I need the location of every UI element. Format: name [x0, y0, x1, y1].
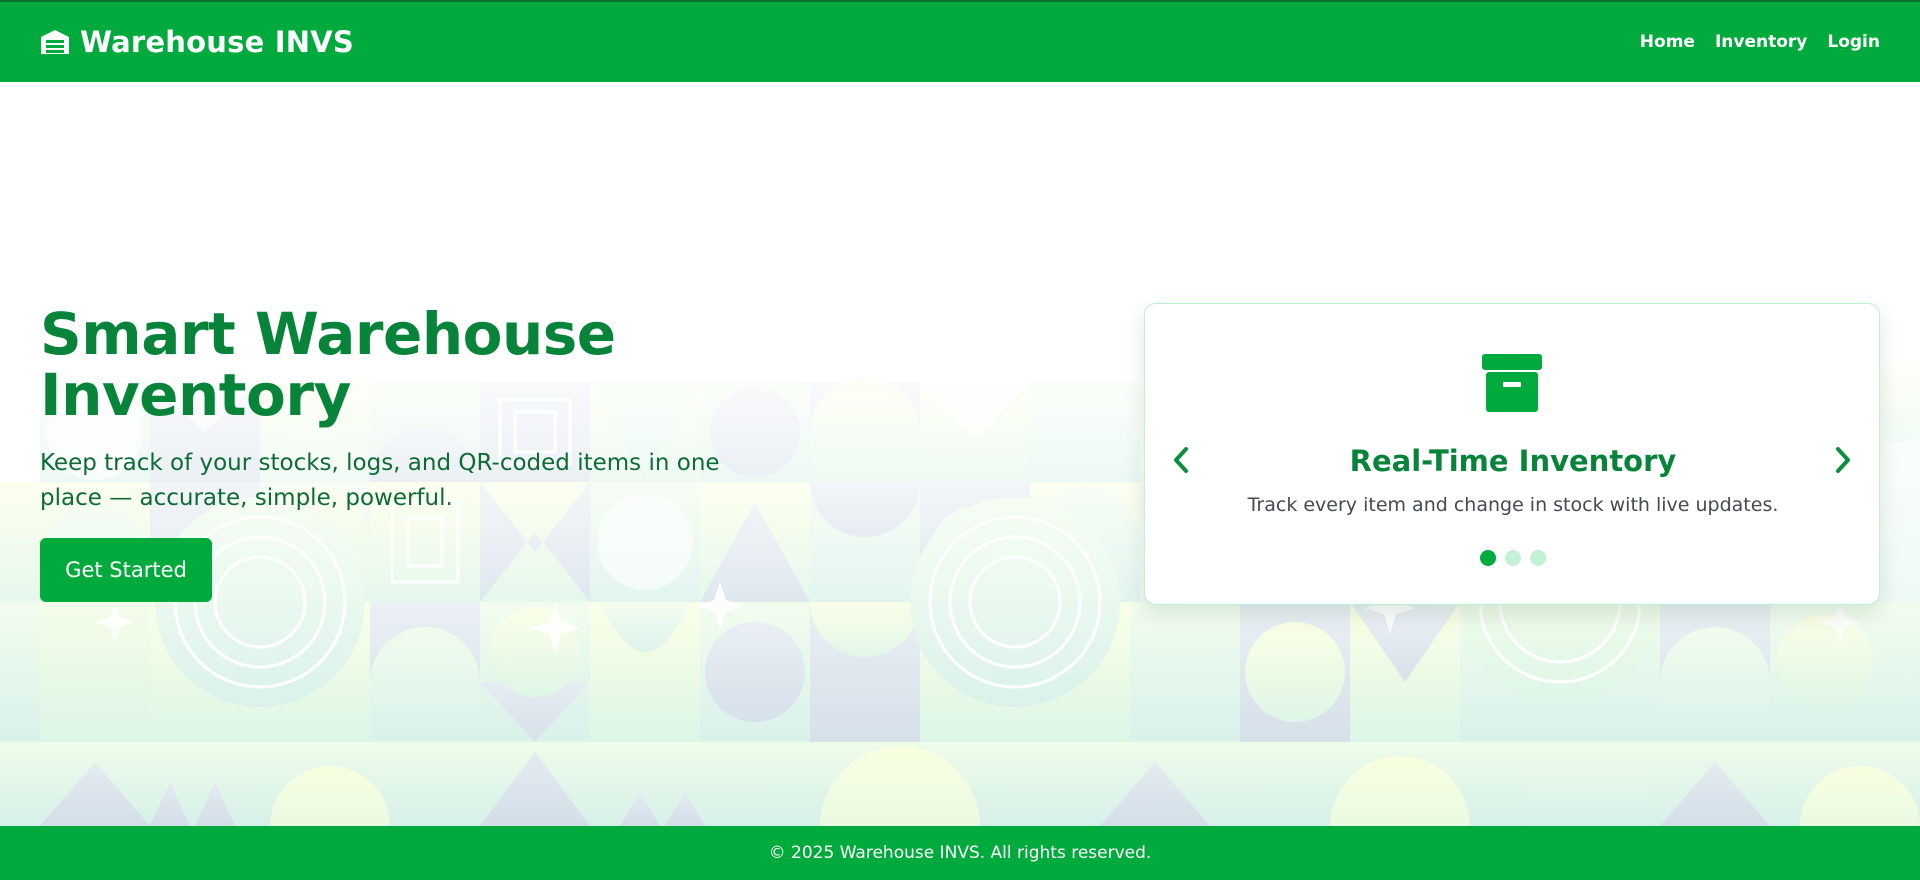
nav-link-home[interactable]: Home	[1640, 32, 1695, 52]
brand-name: Warehouse INVS	[80, 25, 354, 59]
brand-link[interactable]: Warehouse INVS	[40, 25, 354, 59]
footer-copyright: © 2025 Warehouse INVS. All rights reserv…	[768, 843, 1152, 863]
get-started-button[interactable]: Get Started	[40, 538, 212, 602]
nav-links: Home Inventory Login	[1640, 32, 1880, 52]
navbar: Warehouse INVS Home Inventory Login	[0, 0, 1920, 82]
carousel-slide-title: Real-Time Inventory	[1349, 444, 1677, 478]
nav-link-inventory[interactable]: Inventory	[1715, 32, 1807, 52]
hero-section: Smart Warehouse Inventory Keep track of …	[0, 82, 1920, 826]
footer: © 2025 Warehouse INVS. All rights reserv…	[0, 826, 1920, 880]
nav-link-login[interactable]: Login	[1827, 32, 1880, 52]
hero-title: Smart Warehouse Inventory	[40, 304, 780, 426]
hero-title-line1: Smart Warehouse	[40, 300, 616, 368]
feature-carousel: Real-Time Inventory Track every item and…	[1144, 303, 1880, 605]
hero-title-line2: Inventory	[40, 361, 351, 429]
warehouse-icon	[40, 29, 70, 55]
hero-content: Smart Warehouse Inventory Keep track of …	[40, 304, 780, 602]
hero-subtitle: Keep track of your stocks, logs, and QR-…	[40, 450, 720, 511]
carousel-dot-3[interactable]	[1530, 550, 1546, 566]
carousel-indicators	[1145, 550, 1881, 566]
carousel-slide-description: Track every item and change in stock wit…	[1247, 494, 1779, 516]
carousel-dot-2[interactable]	[1505, 550, 1521, 566]
carousel-dot-1[interactable]	[1480, 550, 1496, 566]
archive-box-icon	[1482, 354, 1542, 412]
